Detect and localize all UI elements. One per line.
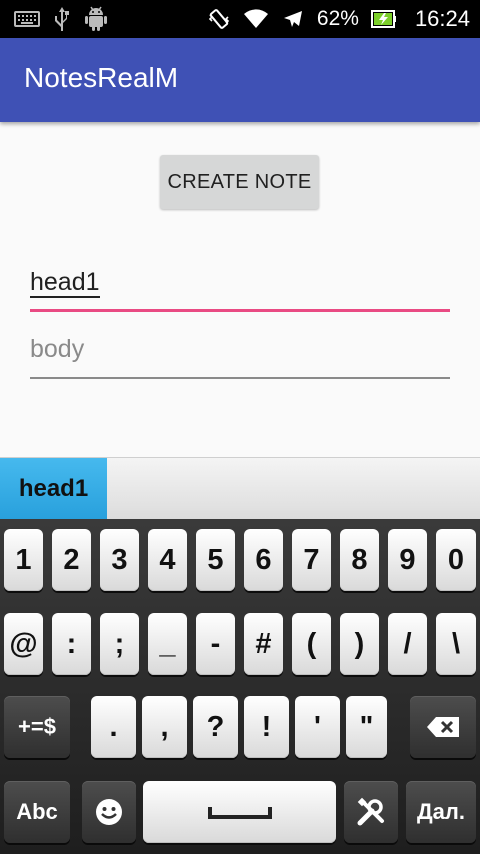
key-7[interactable]: 7 [292, 529, 331, 591]
usb-icon [54, 6, 70, 32]
key-period[interactable]: . [91, 696, 136, 758]
key-6[interactable]: 6 [244, 529, 283, 591]
next-key[interactable]: Дал. [406, 781, 476, 843]
app-bar: NotesRealM [0, 38, 480, 122]
vibrate-icon [207, 7, 231, 31]
key-colon[interactable]: : [52, 613, 91, 675]
body-input-placeholder[interactable]: body [30, 335, 84, 364]
head-input-value[interactable]: head1 [30, 268, 100, 298]
key-backslash[interactable]: \ [436, 613, 476, 675]
suggestion-chip[interactable]: head1 [0, 458, 107, 520]
settings-key[interactable] [344, 781, 398, 843]
key-open-paren[interactable]: ( [292, 613, 331, 675]
android-icon [84, 6, 108, 32]
backspace-icon [426, 716, 460, 738]
key-1[interactable]: 1 [4, 529, 43, 591]
key-exclamation[interactable]: ! [244, 696, 289, 758]
key-hash[interactable]: # [244, 613, 283, 675]
abc-key[interactable]: Abc [4, 781, 70, 843]
battery-charging-icon [370, 8, 397, 30]
suggestion-bar: head1 [0, 457, 480, 520]
backspace-key[interactable] [410, 696, 476, 758]
key-question[interactable]: ? [193, 696, 238, 758]
emoji-key[interactable] [82, 781, 136, 843]
tools-icon [356, 797, 386, 827]
space-bar-icon [207, 804, 273, 820]
symbols-shift-key[interactable]: +=$ [4, 696, 70, 758]
key-8[interactable]: 8 [340, 529, 379, 591]
keyboard-icon [14, 10, 40, 28]
status-time: 16:24 [414, 6, 470, 31]
create-note-button[interactable]: CREATE NOTE [160, 155, 319, 209]
body-field-underline [30, 377, 450, 379]
app-title: NotesRealM [24, 62, 179, 93]
key-semicolon[interactable]: ; [100, 613, 139, 675]
key-quote[interactable]: " [346, 696, 387, 758]
key-close-paren[interactable]: ) [340, 613, 379, 675]
key-underscore[interactable]: _ [148, 613, 187, 675]
key-hyphen[interactable]: - [196, 613, 235, 675]
wifi-icon [243, 8, 269, 30]
key-2[interactable]: 2 [52, 529, 91, 591]
key-9[interactable]: 9 [388, 529, 427, 591]
body-field[interactable]: body [30, 333, 450, 379]
emoji-icon [94, 797, 124, 827]
key-apostrophe[interactable]: ' [295, 696, 340, 758]
head-field[interactable]: head1 [30, 266, 450, 312]
space-key[interactable] [143, 781, 336, 843]
key-slash[interactable]: / [388, 613, 427, 675]
head-field-underline [30, 309, 450, 312]
key-4[interactable]: 4 [148, 529, 187, 591]
airplane-icon [281, 7, 305, 31]
status-bar: 62% 16:24 [0, 0, 480, 38]
battery-percent: 62% [316, 7, 359, 30]
key-0[interactable]: 0 [436, 529, 476, 591]
key-comma[interactable]: , [142, 696, 187, 758]
key-5[interactable]: 5 [196, 529, 235, 591]
key-at[interactable]: @ [4, 613, 43, 675]
key-3[interactable]: 3 [100, 529, 139, 591]
keyboard: 1 2 3 4 5 6 7 8 9 0 @ : ; _ - # ( ) / \ … [0, 519, 480, 854]
